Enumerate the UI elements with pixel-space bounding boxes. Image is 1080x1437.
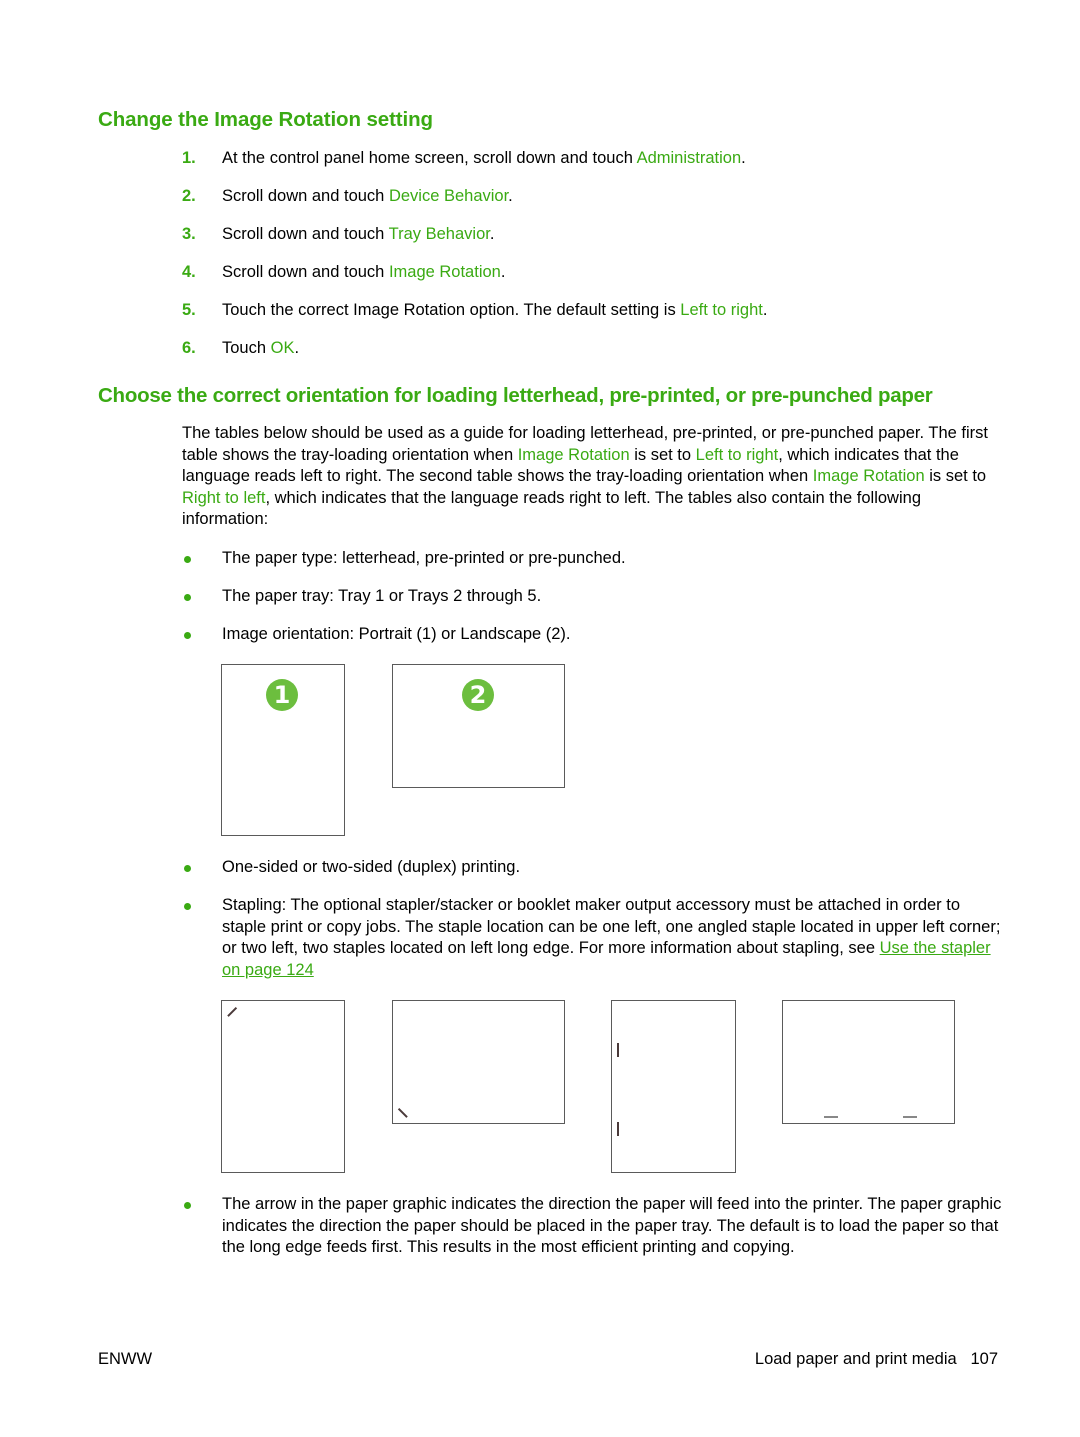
- bullet-text: The paper type: letterhead, pre-printed …: [222, 549, 626, 567]
- staple-icon: [227, 1006, 237, 1017]
- menu-term-tray-behavior: Tray Behavior: [388, 225, 490, 243]
- bullet-icon: [184, 903, 191, 910]
- portrait-one-angled-staple-graphic: [221, 1000, 345, 1173]
- punctuation: .: [294, 339, 300, 357]
- staple-icon: [824, 1116, 838, 1118]
- text: is set to: [629, 445, 696, 464]
- bullet-icon: [184, 556, 191, 563]
- step-number: 3.: [182, 225, 196, 243]
- bullet-text: The paper tray: Tray 1 or Trays 2 throug…: [222, 587, 542, 605]
- staple-icon: [617, 1043, 619, 1057]
- punctuation: .: [762, 301, 768, 319]
- portrait-two-staples-graphic: [611, 1000, 736, 1173]
- section-heading-image-rotation: Change the Image Rotation setting: [98, 108, 433, 131]
- step-number: 4.: [182, 263, 196, 281]
- step-text: Scroll down and touch: [222, 187, 389, 205]
- punctuation: .: [500, 263, 506, 281]
- step-text: Scroll down and touch: [222, 263, 389, 281]
- menu-term-right-to-left: Right to left: [182, 488, 266, 507]
- bullet-icon: [184, 632, 191, 639]
- menu-term-left-to-right: Left to right: [680, 301, 763, 319]
- number-badge-2-icon: 2: [462, 679, 494, 711]
- step-text: Touch: [222, 339, 271, 357]
- landscape-paper-graphic: 2: [392, 664, 565, 788]
- footer-chapter-title: Load paper and print media: [754, 1350, 957, 1368]
- step-number: 2.: [182, 187, 196, 205]
- menu-term-left-to-right: Left to right: [695, 445, 779, 464]
- step-number: 5.: [182, 301, 196, 319]
- footer-left: ENWW: [98, 1350, 153, 1368]
- footer-right: Load paper and print media 107: [755, 1350, 998, 1369]
- page-number: 107: [970, 1350, 998, 1368]
- step-text: At the control panel home screen, scroll…: [222, 149, 637, 167]
- bullet-icon: [184, 865, 191, 872]
- step-number: 6.: [182, 339, 196, 357]
- punctuation: .: [508, 187, 513, 205]
- step-text: Scroll down and touch: [222, 225, 389, 243]
- text: , which indicates that the language read…: [182, 488, 921, 529]
- text: is set to: [924, 467, 987, 486]
- staple-icon: [617, 1122, 619, 1136]
- bullet-icon: [184, 594, 191, 601]
- landscape-one-angled-staple-graphic: [392, 1000, 565, 1124]
- menu-term-administration: Administration: [636, 149, 742, 167]
- section-heading-orientation: Choose the correct orientation for loadi…: [98, 384, 933, 407]
- number-badge-1-icon: 1: [266, 679, 298, 711]
- staple-icon: [398, 1107, 408, 1118]
- bullet-text: One-sided or two-sided (duplex) printing…: [222, 858, 521, 876]
- intro-paragraph: The tables below should be used as a gui…: [182, 423, 1002, 531]
- menu-term-image-rotation: Image Rotation: [517, 445, 630, 464]
- menu-term-device-behavior: Device Behavior: [388, 187, 509, 205]
- portrait-paper-graphic: 1: [221, 664, 345, 836]
- bullet-text: The arrow in the paper graphic indicates…: [222, 1195, 1002, 1257]
- punctuation: .: [489, 225, 495, 243]
- step-text: Touch the correct Image Rotation option.…: [222, 301, 681, 319]
- menu-term-image-rotation: Image Rotation: [388, 263, 501, 281]
- bullet-icon: [184, 1202, 191, 1209]
- bullet-text: Image orientation: Portrait (1) or Lands…: [222, 625, 571, 643]
- step-number: 1.: [182, 149, 196, 167]
- landscape-two-staples-graphic: [782, 1000, 955, 1124]
- menu-term-ok: OK: [270, 339, 295, 357]
- punctuation: .: [741, 149, 746, 167]
- staple-icon: [903, 1116, 917, 1118]
- menu-term-image-rotation: Image Rotation: [812, 467, 925, 486]
